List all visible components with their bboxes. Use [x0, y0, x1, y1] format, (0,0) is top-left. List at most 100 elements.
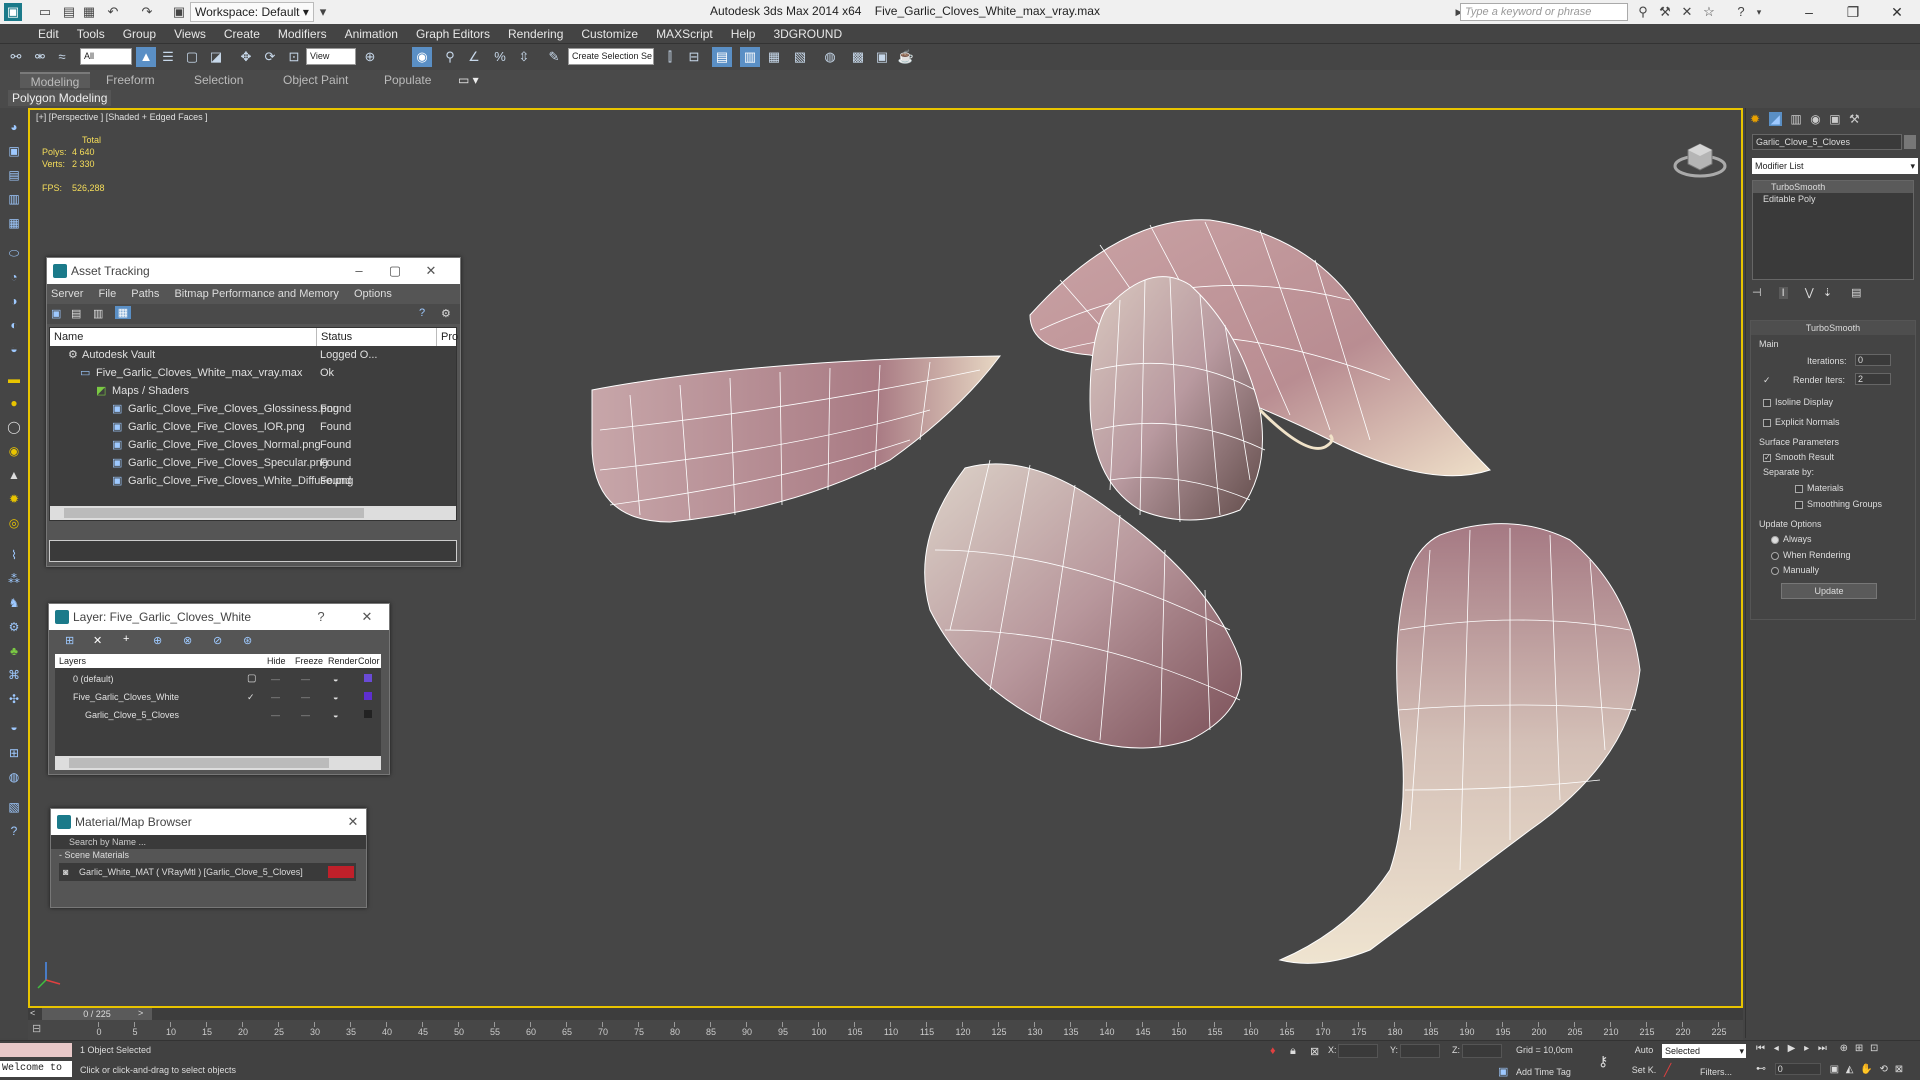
figure-icon[interactable]: ♞	[5, 594, 23, 612]
scene-list-icon[interactable]: ▤	[5, 166, 23, 184]
minimize-icon[interactable]: –	[347, 258, 371, 284]
scene-materials-header[interactable]: - Scene Materials	[51, 849, 366, 861]
column-render[interactable]: Render	[328, 654, 358, 668]
help-circle-icon[interactable]: ?	[5, 822, 23, 840]
cone-icon[interactable]: ▲	[5, 466, 23, 484]
menu-group[interactable]: Group	[114, 24, 165, 44]
bind-spacewarp-icon[interactable]: ≈	[52, 47, 72, 67]
tree-view-icon[interactable]: ▥	[93, 307, 103, 320]
app-logo-icon[interactable]: ▣	[4, 3, 22, 21]
asset-tracking-titlebar[interactable]: Asset Tracking – ▢ ✕	[47, 258, 460, 284]
close-icon[interactable]: ✕	[341, 809, 365, 835]
rectangular-region-icon[interactable]: ▢	[182, 47, 202, 67]
hide-toggle[interactable]: —	[271, 670, 280, 688]
asset-row[interactable]: ▣ Garlic_Clove_Five_Cloves_Normal.png Foun…	[50, 436, 456, 454]
subscription-icon[interactable]: ⚒	[1656, 3, 1674, 21]
asset-row[interactable]: ▣ Garlic_Clove_Five_Cloves_Glossiness.png…	[50, 400, 456, 418]
help-dropdown-icon[interactable]: ▾	[1750, 3, 1768, 21]
scrollbar-thumb[interactable]	[64, 508, 364, 518]
smoothing-groups-checkbox[interactable]: Smoothing Groups	[1795, 499, 1882, 509]
hide-toggle[interactable]: —	[271, 688, 280, 706]
cameras-icon[interactable]: ◐	[5, 316, 23, 334]
display-list-icon[interactable]: ▥	[5, 190, 23, 208]
sphere-icon[interactable]: ●	[5, 394, 23, 412]
particle-flow-icon[interactable]: ◍	[5, 768, 23, 786]
asset-row[interactable]: ◩ Maps / Shaders	[50, 382, 456, 400]
stack-item-editable-poly[interactable]: Editable Poly	[1753, 193, 1913, 205]
asset-path-field[interactable]	[49, 540, 457, 562]
box-icon[interactable]: ▬	[5, 370, 23, 388]
open-file-icon[interactable]: ▤	[60, 3, 78, 21]
save-file-icon[interactable]: ▦	[80, 3, 98, 21]
object-name-field[interactable]: Garlic_Clove_5_Cloves	[1752, 134, 1902, 150]
asset-row[interactable]: ⚙ Autodesk Vault Logged O...	[50, 346, 456, 364]
z-coord-field[interactable]	[1462, 1044, 1502, 1058]
nurbs-icon[interactable]: ✣	[5, 690, 23, 708]
list-view-icon[interactable]: ▤	[71, 307, 81, 320]
time-slider[interactable]: 0 / 225 < >	[28, 1008, 1743, 1020]
minimize-icon[interactable]: –	[1786, 0, 1832, 24]
close-icon[interactable]: ✕	[419, 258, 443, 284]
edit-named-selection-icon[interactable]: ✎	[544, 47, 564, 67]
tab-modeling[interactable]: Modeling	[20, 72, 90, 89]
material-editor-icon[interactable]: ◍	[820, 47, 840, 67]
layer-color-swatch[interactable]	[364, 692, 372, 700]
hide-toggle[interactable]: —	[271, 706, 280, 724]
update-button[interactable]: Update	[1781, 583, 1877, 599]
menu-views[interactable]: Views	[165, 24, 215, 44]
align-icon[interactable]: ⊟	[684, 47, 704, 67]
sun-icon[interactable]: ✹	[5, 490, 23, 508]
graphite-toggle-icon[interactable]: ▦	[764, 47, 784, 67]
scrollbar-thumb[interactable]	[69, 758, 329, 768]
timeline-ruler[interactable]: 0 5 10 15 20 25 30 35 40 45 50 55 60 65 70 75 80 85 90 95 10…	[96, 1022, 1738, 1040]
shapes-icon[interactable]: ◔	[5, 268, 23, 286]
scene-explorer-icon[interactable]: ▤	[712, 47, 732, 67]
goto-end-icon[interactable]: ⏭	[1818, 1043, 1827, 1054]
menu-rendering[interactable]: Rendering	[499, 24, 572, 44]
layer-window-titlebar[interactable]: Layer: Five_Garlic_Cloves_White ? ✕	[49, 604, 389, 630]
menu-3dground[interactable]: 3DGROUND	[764, 24, 851, 44]
create-tab-icon[interactable]: ✹	[1750, 112, 1760, 126]
move-icon[interactable]: ✥	[236, 47, 256, 67]
tab-selection[interactable]: Selection	[194, 72, 243, 88]
menu-server[interactable]: Server	[51, 288, 83, 300]
material-item[interactable]: ◙ Garlic_White_MAT ( VRayMtl ) [Garlic_C…	[59, 863, 356, 881]
binoculars-icon[interactable]: ⚲	[1634, 3, 1652, 21]
x-coord-field[interactable]	[1338, 1044, 1378, 1058]
torus-icon[interactable]: ◉	[5, 442, 23, 460]
key-filter-icon[interactable]: ╱	[1664, 1063, 1671, 1077]
close-icon[interactable]: ✕	[1874, 0, 1920, 24]
select-manipulate-icon[interactable]: ◉	[412, 47, 432, 67]
column-color[interactable]: Color	[358, 654, 380, 668]
make-unique-icon[interactable]: ⋁	[1805, 287, 1814, 299]
material-browser-titlebar[interactable]: Material/Map Browser ✕	[51, 809, 366, 835]
auto-key-button[interactable]: Auto	[1630, 1045, 1658, 1055]
column-freeze[interactable]: Freeze	[295, 654, 323, 668]
goto-start-icon[interactable]: ⏮	[1756, 1043, 1765, 1054]
menu-options[interactable]: Options	[354, 288, 392, 300]
grid-icon[interactable]: ⌇	[5, 546, 23, 564]
foliage-icon[interactable]: ♣	[5, 642, 23, 660]
menu-help[interactable]: Help	[722, 24, 765, 44]
perspective-icon[interactable]: ▣	[5, 142, 23, 160]
menu-edit[interactable]: Edit	[0, 24, 68, 44]
asset-row[interactable]: ▣ Garlic_Clove_Five_Cloves_White_Diffuse.…	[50, 472, 456, 490]
absolute-mode-icon[interactable]: ⊠	[1310, 1045, 1319, 1058]
maxscript-input[interactable]: Welcome to	[0, 1061, 72, 1077]
lights-icon[interactable]: ◑	[5, 292, 23, 310]
pivot-center-icon[interactable]: ⊕	[360, 47, 380, 67]
orbit-icon[interactable]: ⟲	[1880, 1064, 1888, 1075]
close-icon[interactable]: ✕	[355, 604, 379, 630]
favorites-icon[interactable]: ☆	[1700, 3, 1718, 21]
add-time-tag[interactable]: Add Time Tag	[1516, 1067, 1571, 1077]
render-teapot-icon[interactable]: ◒	[333, 688, 338, 706]
hide-all-icon[interactable]: ⊘	[213, 634, 222, 647]
key-mode-toggle-icon[interactable]: ⊷	[1756, 1064, 1766, 1075]
asset-row[interactable]: ▭ Five_Garlic_Cloves_White_max_vray.max Ok	[50, 364, 456, 382]
display-tab-icon[interactable]: ▣	[1829, 112, 1840, 126]
tab-populate[interactable]: Populate	[384, 72, 431, 88]
link-icon[interactable]: ⚯	[6, 47, 26, 67]
key-mode-dropdown[interactable]: Selected ▾	[1662, 1044, 1746, 1058]
ribbon-options-icon[interactable]: ▭ ▾	[458, 72, 479, 88]
render-setup-icon[interactable]: ▩	[848, 47, 868, 67]
